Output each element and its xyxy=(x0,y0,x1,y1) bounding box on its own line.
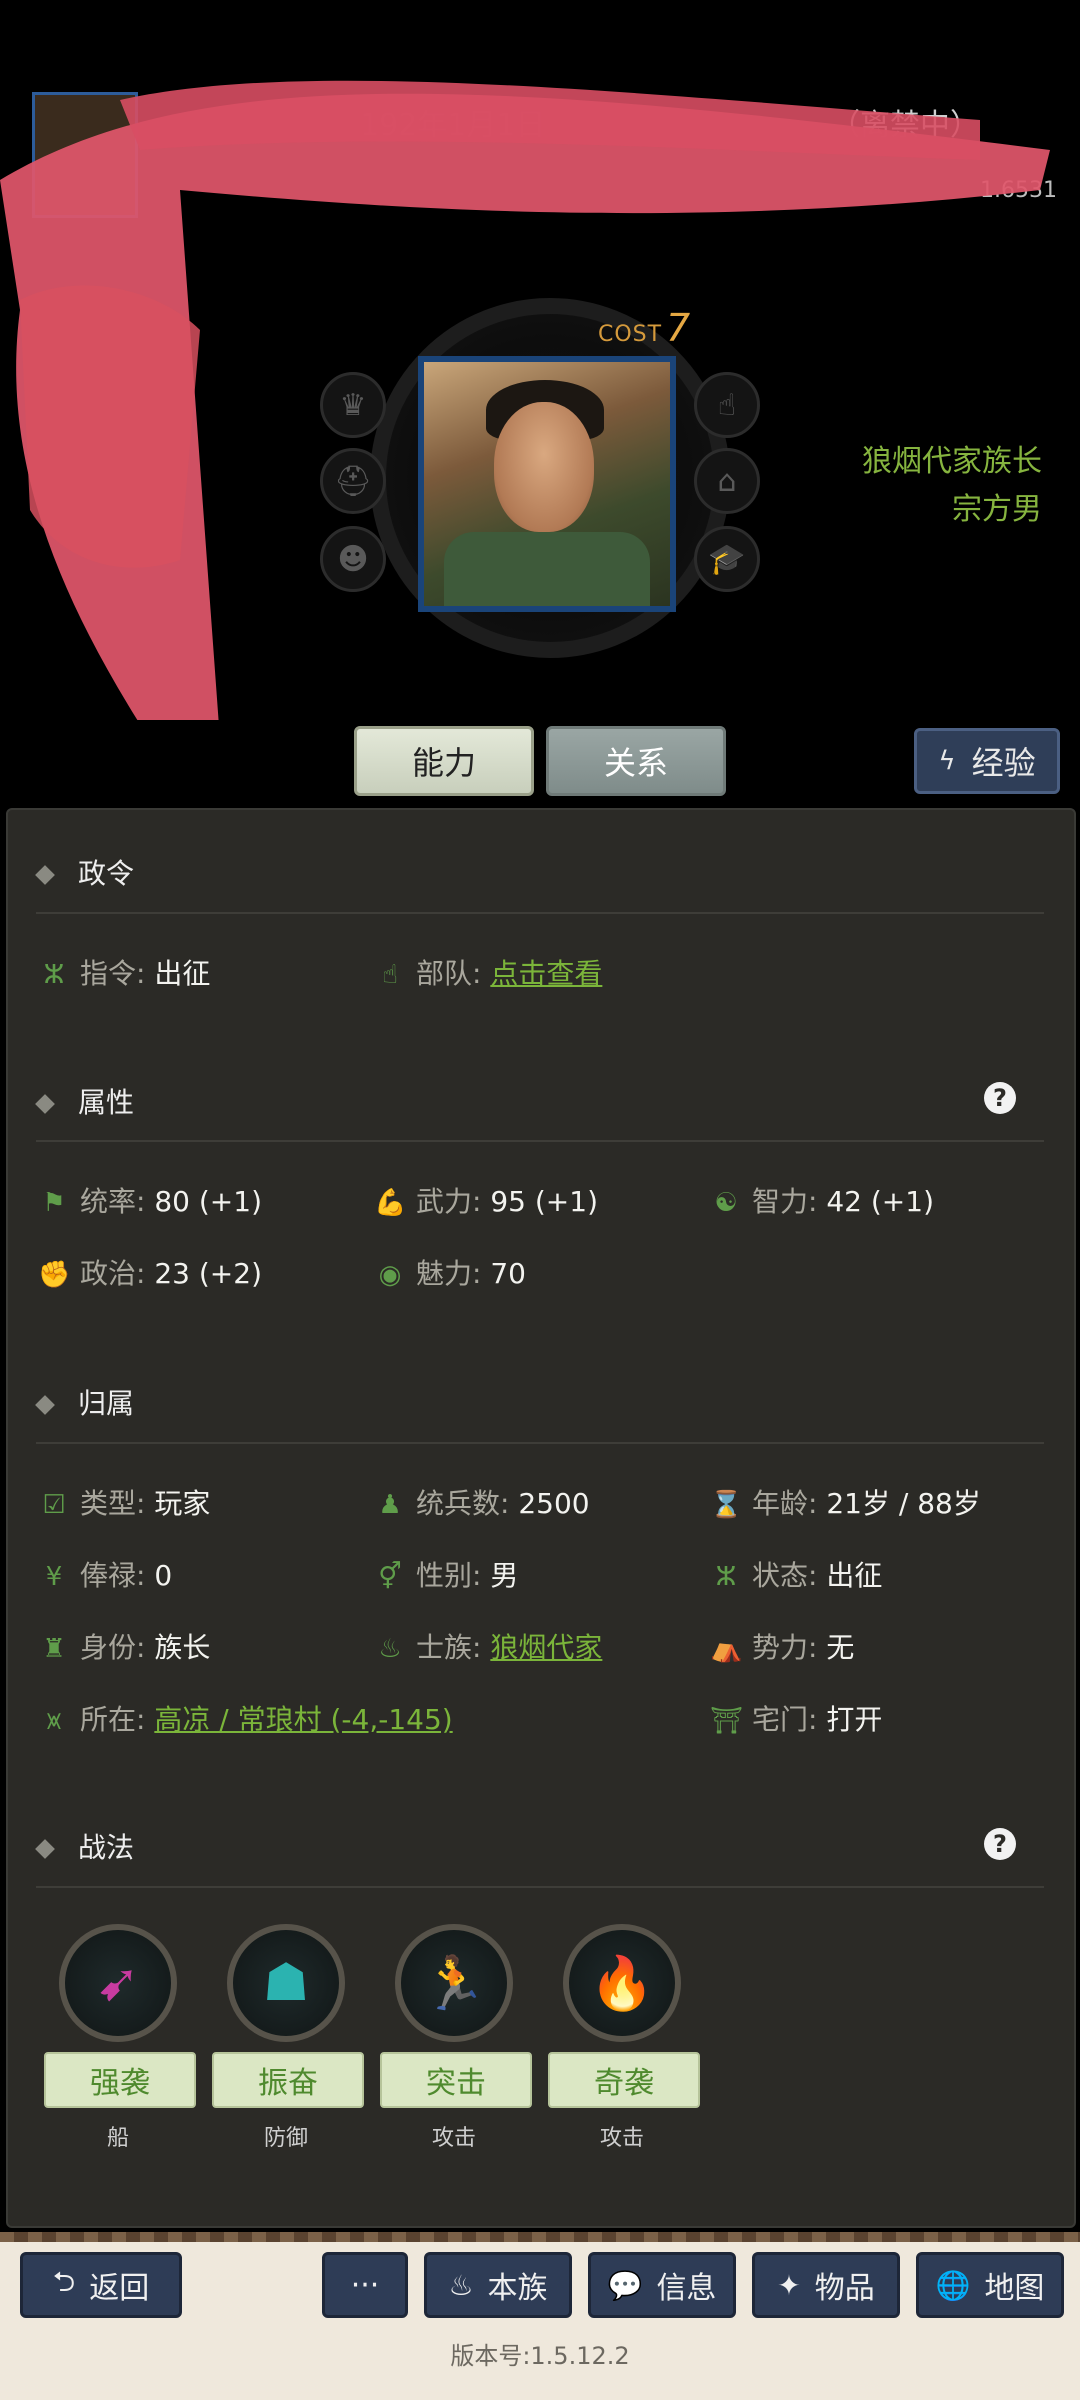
divider xyxy=(36,1442,1044,1444)
field-location: ⩙ 所在: 高凉 / 常琅村 (-4,-145) xyxy=(38,1698,453,1738)
more-button[interactable]: ··· xyxy=(322,2252,408,2318)
experience-label: 经验 xyxy=(971,744,1036,782)
tactic-rally-icon[interactable]: ☗ xyxy=(227,1924,345,2042)
arm-icon: 💪 xyxy=(374,1188,407,1218)
view-troop-link[interactable]: 点击查看 xyxy=(490,957,602,990)
mask-icon[interactable]: ☻ xyxy=(320,526,386,592)
field-salary: ¥ 俸禄: 0 xyxy=(38,1554,172,1594)
field-intellect: ☯ 智力: 42 (+1) xyxy=(710,1180,934,1220)
tent-icon: ⛺ xyxy=(710,1634,743,1664)
tab-relation[interactable]: 关系 xyxy=(546,726,726,796)
field-gate: ⛩ 宅门: 打开 xyxy=(710,1703,883,1736)
character-portrait[interactable] xyxy=(418,356,676,612)
tactic-ambush-icon[interactable]: 🔥 xyxy=(563,1924,681,2042)
age-icon: ⌛ xyxy=(710,1490,743,1520)
tactics-help-icon[interactable]: ? xyxy=(984,1828,1016,1860)
section-tactics-heading: 战法 xyxy=(35,1826,134,1866)
helmet-icon[interactable]: ⛑ xyxy=(320,448,386,514)
field-might: 💪 武力: 95 (+1) xyxy=(374,1185,598,1218)
field-gentry: ♨ 士族: 狼烟代家 xyxy=(374,1626,602,1666)
tactic-1-button[interactable]: 强袭 xyxy=(44,2052,196,2108)
field-leadership: ⚑ 统率: 80 (+1) xyxy=(38,1180,262,1220)
globe-icon: 🌐 xyxy=(935,2268,971,2302)
tactic-3-button[interactable]: 突击 xyxy=(380,2052,532,2108)
tactic-2-button[interactable]: 振奋 xyxy=(212,2052,364,2108)
bottom-bar-border xyxy=(0,2232,1080,2242)
field-type: ☑ 类型: 玩家 xyxy=(38,1482,210,1522)
tactic-4-button[interactable]: 奇袭 xyxy=(548,2052,700,2108)
section-affiliation-heading: 归属 xyxy=(35,1382,134,1422)
gate-icon: ⛩ xyxy=(710,1706,744,1736)
tactic-3-type: 攻击 xyxy=(431,2126,476,2151)
tactic-4-type: 攻击 xyxy=(599,2126,644,2151)
game-date: 192年1月1日 xyxy=(360,108,546,143)
flag-icon: ⚑ xyxy=(42,1188,66,1218)
nav-map-button[interactable]: 🌐 地图 xyxy=(916,2252,1064,2318)
field-charm: ◉ 魅力: 70 xyxy=(374,1252,526,1292)
hand-giving-icon[interactable]: ☝ xyxy=(694,372,760,438)
soldier-icon: ♟ xyxy=(378,1490,402,1520)
field-troop-count: ♟ 统兵数: 2500 xyxy=(374,1482,589,1522)
field-gender: ⚥ 性别: 男 xyxy=(374,1554,518,1594)
cost-label: COST xyxy=(598,322,663,347)
eye-icon: ◉ xyxy=(378,1260,402,1290)
nav-info-button[interactable]: 💬 信息 xyxy=(588,2252,736,2318)
gender-icon: ⚥ xyxy=(378,1562,402,1592)
character-name: 宗方男 xyxy=(952,492,1042,527)
field-state: ⵣ 状态: 出征 xyxy=(710,1554,883,1594)
tab-ability[interactable]: 能力 xyxy=(354,726,534,796)
field-politics: ✊ 政治: 23 (+2) xyxy=(38,1257,262,1290)
nav-items-button[interactable]: ✦ 物品 xyxy=(752,2252,900,2318)
fist-icon: ✊ xyxy=(38,1260,71,1290)
nav-clan-button[interactable]: ♨ 本族 xyxy=(424,2252,572,2318)
divider xyxy=(36,1886,1044,1888)
experience-button[interactable]: ϟ 经验 xyxy=(914,728,1060,794)
location-link[interactable]: 高凉 / 常琅村 (-4,-145) xyxy=(154,1703,452,1736)
section-attributes-heading: 属性 xyxy=(35,1081,134,1121)
hat-icon[interactable]: ⌂ xyxy=(694,448,760,514)
hand-pointer-icon: ☝ xyxy=(382,960,398,990)
brain-icon: ☯ xyxy=(714,1188,738,1218)
graduation-cap-icon[interactable]: 🎓 xyxy=(694,526,760,592)
lightning-icon: ϟ xyxy=(938,746,956,776)
clan-icon: ♨ xyxy=(448,2268,474,2302)
player-status: （离禁中） xyxy=(830,108,980,143)
yen-coin-icon: ¥ xyxy=(45,1562,63,1592)
chat-bubble-icon: 💬 xyxy=(607,2268,643,2302)
top-avatar-thumbnail[interactable] xyxy=(32,92,138,218)
clan-title: 狼烟代家族长 xyxy=(862,444,1042,479)
field-force: ⛺ 势力: 无 xyxy=(710,1631,855,1664)
field-identity: ♜ 身份: 族长 xyxy=(38,1626,210,1666)
back-button[interactable]: ⮌ 返回 xyxy=(20,2252,182,2318)
gentry-link[interactable]: 狼烟代家 xyxy=(490,1631,602,1664)
tactic-charge-icon[interactable]: 🏃 xyxy=(395,1924,513,2042)
tactic-2-type: 防御 xyxy=(263,2126,308,2151)
divider xyxy=(36,1140,1044,1142)
field-directive: ⵣ 指令: 出征 xyxy=(38,952,211,992)
clan-icon: ♨ xyxy=(378,1634,402,1664)
status-icon: ⵣ xyxy=(715,1562,737,1592)
field-troop: ☝ 部队: 点击查看 xyxy=(374,952,602,992)
currency-amount: 1.6531 xyxy=(980,178,1057,203)
crown-icon[interactable]: ♛ xyxy=(320,372,386,438)
attributes-help-icon[interactable]: ? xyxy=(984,1082,1016,1114)
cost-value: 7 xyxy=(666,306,691,350)
tactic-1-type: 船 xyxy=(106,2126,129,2151)
person-bust-icon: ♜ xyxy=(42,1634,66,1664)
treasure-icon: ✦ xyxy=(777,2268,801,2302)
calendar-check-icon: ☑ xyxy=(42,1490,66,1520)
scroll-icon: ⵣ xyxy=(43,960,65,990)
version-label: 版本号:1.5.12.2 xyxy=(450,2342,630,2370)
back-arrow-icon: ⮌ xyxy=(52,2265,76,2298)
terrain-icon: ⩙ xyxy=(46,1706,62,1736)
section-orders-heading: 政令 xyxy=(35,852,134,892)
field-age: ⌛ 年龄: 21岁 / 88岁 xyxy=(710,1487,981,1520)
tactic-assault-icon[interactable]: ➹ xyxy=(59,1924,177,2042)
divider xyxy=(36,912,1044,914)
